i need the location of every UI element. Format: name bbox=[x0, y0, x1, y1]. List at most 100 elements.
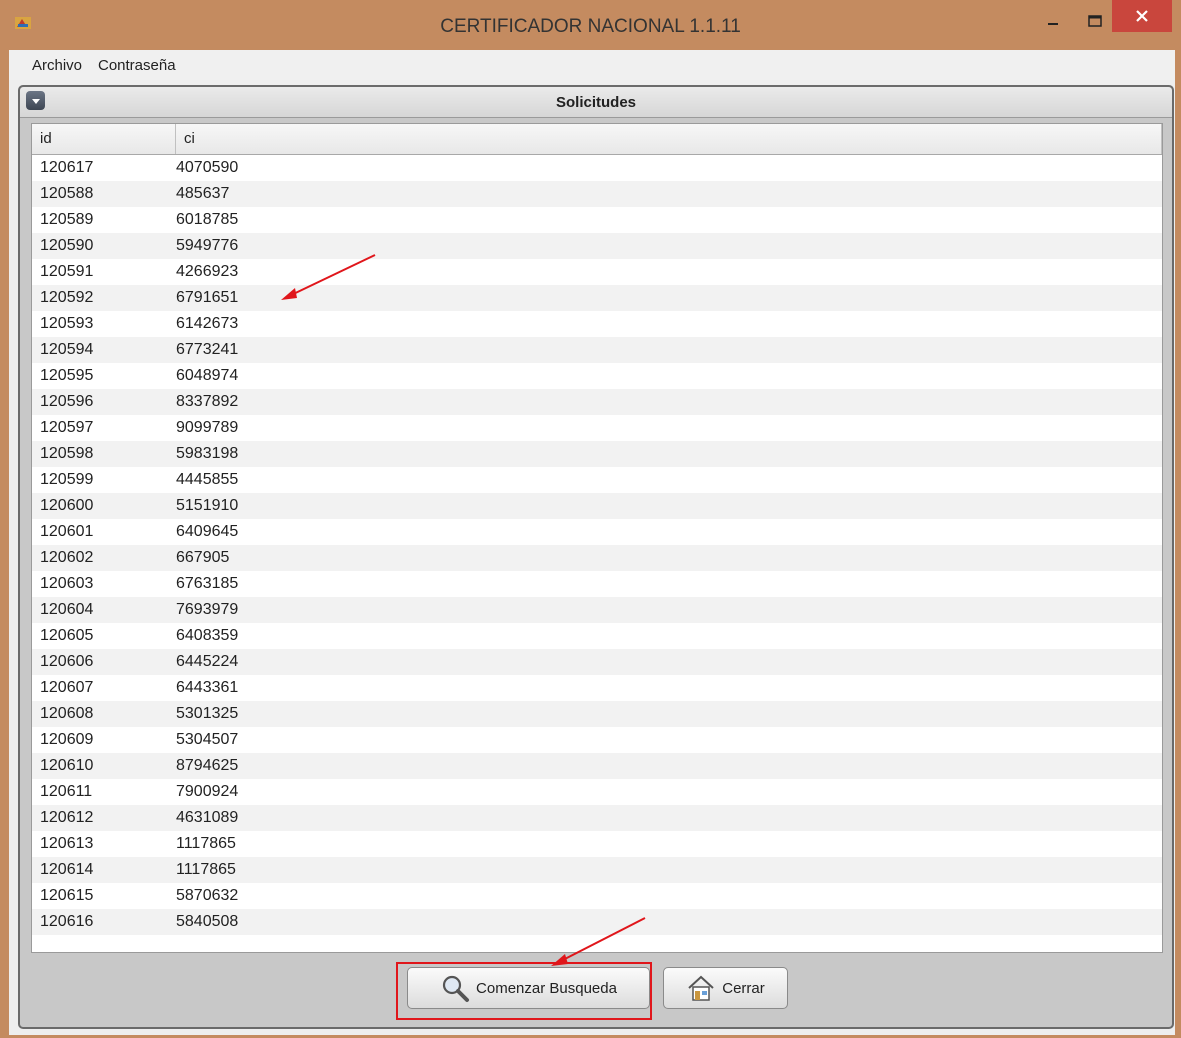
table-row[interactable]: 120609 5304507 bbox=[32, 727, 1162, 753]
table-row[interactable]: 120602 667905 bbox=[32, 545, 1162, 571]
table-row[interactable]: 120606 6445224 bbox=[32, 649, 1162, 675]
table-row[interactable]: 120597 9099789 bbox=[32, 415, 1162, 441]
table-body: 120617 4070590 120588 485637 120589 6018785 12… bbox=[32, 155, 1162, 935]
cell-ci: 667905 bbox=[176, 549, 230, 566]
table-row[interactable]: 120601 6409645 bbox=[32, 519, 1162, 545]
cell-ci: 4445855 bbox=[176, 471, 239, 488]
cell-ci: 5151910 bbox=[176, 497, 239, 514]
cell-ci: 6409645 bbox=[176, 523, 239, 540]
table-row[interactable]: 120591 4266923 bbox=[32, 259, 1162, 285]
menu-contrasena[interactable]: Contraseña bbox=[98, 57, 176, 74]
cell-id: 120588 bbox=[40, 185, 94, 202]
solicitudes-table[interactable]: id ci 120617 4070590 120588 485637 120589 601… bbox=[31, 123, 1163, 953]
cell-ci: 1117865 bbox=[176, 861, 236, 878]
cell-id: 120599 bbox=[40, 471, 94, 488]
close-window-button[interactable] bbox=[1112, 0, 1172, 32]
table-row[interactable]: 120600 5151910 bbox=[32, 493, 1162, 519]
cell-id: 120596 bbox=[40, 393, 94, 410]
cell-ci: 6048974 bbox=[176, 367, 239, 384]
cell-ci: 5983198 bbox=[176, 445, 239, 462]
cell-ci: 5840508 bbox=[176, 913, 239, 930]
cell-id: 120611 bbox=[40, 783, 93, 800]
cell-id: 120609 bbox=[40, 731, 94, 748]
cell-id: 120616 bbox=[40, 913, 94, 930]
table-row[interactable]: 120605 6408359 bbox=[32, 623, 1162, 649]
table-row[interactable]: 120599 4445855 bbox=[32, 467, 1162, 493]
table-row[interactable]: 120595 6048974 bbox=[32, 363, 1162, 389]
cell-ci: 5304507 bbox=[176, 731, 239, 748]
cell-id: 120595 bbox=[40, 367, 94, 384]
cell-ci: 6443361 bbox=[176, 679, 239, 696]
table-row[interactable]: 120604 7693979 bbox=[32, 597, 1162, 623]
table-row[interactable]: 120592 6791651 bbox=[32, 285, 1162, 311]
maximize-button[interactable] bbox=[1080, 6, 1110, 36]
cell-ci: 6763185 bbox=[176, 575, 239, 592]
table-row[interactable]: 120590 5949776 bbox=[32, 233, 1162, 259]
cell-id: 120600 bbox=[40, 497, 94, 514]
cell-id: 120592 bbox=[40, 289, 94, 306]
table-row[interactable]: 120610 8794625 bbox=[32, 753, 1162, 779]
cell-ci: 485637 bbox=[176, 185, 230, 202]
cell-id: 120597 bbox=[40, 419, 94, 436]
cell-ci: 6018785 bbox=[176, 211, 239, 228]
cell-ci: 5301325 bbox=[176, 705, 239, 722]
home-icon bbox=[688, 975, 714, 1001]
cell-id: 120601 bbox=[40, 523, 94, 540]
cell-ci: 8337892 bbox=[176, 393, 239, 410]
cell-ci: 5949776 bbox=[176, 237, 239, 254]
column-header-id[interactable]: id bbox=[32, 124, 176, 154]
table-row[interactable]: 120611 7900924 bbox=[32, 779, 1162, 805]
window-title: CERTIFICADOR NACIONAL 1.1.11 bbox=[440, 16, 741, 37]
application-window: CERTIFICADOR NACIONAL 1.1.11 Archivo Con… bbox=[0, 0, 1181, 1038]
cell-ci: 6142673 bbox=[176, 315, 239, 332]
cell-id: 120610 bbox=[40, 757, 94, 774]
cell-ci: 6445224 bbox=[176, 653, 239, 670]
cell-id: 120606 bbox=[40, 653, 94, 670]
close-icon bbox=[1136, 10, 1148, 22]
cell-ci: 4631089 bbox=[176, 809, 239, 826]
title-bar[interactable]: CERTIFICADOR NACIONAL 1.1.11 bbox=[0, 0, 1181, 50]
table-row[interactable]: 120613 1117865 bbox=[32, 831, 1162, 857]
table-row[interactable]: 120588 485637 bbox=[32, 181, 1162, 207]
cell-id: 120589 bbox=[40, 211, 94, 228]
cell-id: 120590 bbox=[40, 237, 94, 254]
cell-id: 120593 bbox=[40, 315, 94, 332]
cell-id: 120602 bbox=[40, 549, 94, 566]
cell-id: 120608 bbox=[40, 705, 94, 722]
column-header-ci[interactable]: ci bbox=[176, 124, 1162, 154]
cell-ci: 8794625 bbox=[176, 757, 239, 774]
panel-title: Solicitudes bbox=[555, 94, 637, 111]
table-row[interactable]: 120608 5301325 bbox=[32, 701, 1162, 727]
menu-archivo[interactable]: Archivo bbox=[32, 57, 82, 74]
close-button-label: Cerrar bbox=[722, 979, 765, 997]
table-row[interactable]: 120603 6763185 bbox=[32, 571, 1162, 597]
cell-ci: 6791651 bbox=[176, 289, 239, 306]
cerrar-button[interactable]: Cerrar bbox=[663, 967, 788, 1009]
table-row[interactable]: 120589 6018785 bbox=[32, 207, 1162, 233]
table-row[interactable]: 120617 4070590 bbox=[32, 155, 1162, 181]
table-row[interactable]: 120607 6443361 bbox=[32, 675, 1162, 701]
table-row[interactable]: 120598 5983198 bbox=[32, 441, 1162, 467]
minimize-icon bbox=[1048, 23, 1058, 25]
table-row[interactable]: 120614 1117865 bbox=[32, 857, 1162, 883]
cell-id: 120612 bbox=[40, 809, 94, 826]
cell-ci: 7693979 bbox=[176, 601, 239, 618]
frame-title-bar: Solicitudes bbox=[20, 87, 1172, 118]
cell-id: 120607 bbox=[40, 679, 94, 696]
table-row[interactable]: 120596 8337892 bbox=[32, 389, 1162, 415]
minimize-button[interactable] bbox=[1038, 6, 1068, 36]
table-row[interactable]: 120615 5870632 bbox=[32, 883, 1162, 909]
cell-ci: 6408359 bbox=[176, 627, 239, 644]
table-row[interactable]: 120593 6142673 bbox=[32, 311, 1162, 337]
cell-id: 120613 bbox=[40, 835, 94, 852]
cell-ci: 4266923 bbox=[176, 263, 239, 280]
maximize-icon bbox=[1088, 15, 1102, 27]
cell-id: 120604 bbox=[40, 601, 94, 618]
table-header: id ci bbox=[32, 124, 1162, 155]
cell-id: 120605 bbox=[40, 627, 94, 644]
table-row[interactable]: 120612 4631089 bbox=[32, 805, 1162, 831]
cell-ci: 7900924 bbox=[176, 783, 239, 800]
cell-ci: 9099789 bbox=[176, 419, 239, 436]
table-row[interactable]: 120594 6773241 bbox=[32, 337, 1162, 363]
cell-id: 120614 bbox=[40, 861, 94, 878]
